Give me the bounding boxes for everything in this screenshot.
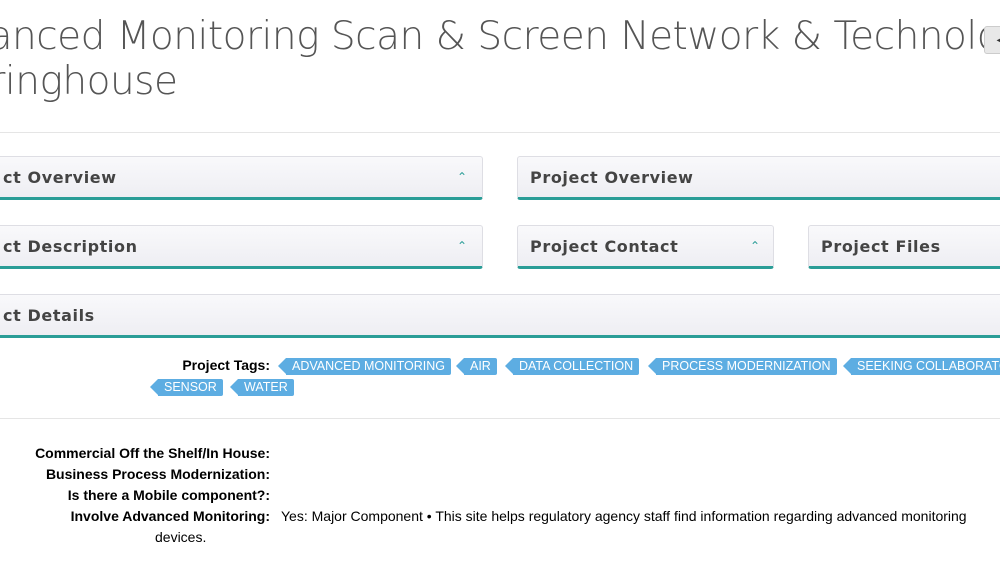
panel-title: Project Contact	[530, 237, 679, 256]
panel-project-details[interactable]: ct Details	[0, 294, 1000, 338]
panel-title: ct Description	[3, 237, 138, 256]
chevron-up-icon[interactable]: ⌃	[457, 240, 469, 252]
panel-title: Project Files	[821, 237, 941, 256]
tag-data-collection[interactable]: DATA COLLECTION	[504, 358, 640, 375]
tag-water[interactable]: WATER	[230, 379, 294, 396]
divider	[0, 132, 1000, 133]
panel-title: ct Details	[3, 306, 95, 325]
advanced-monitoring-value: Yes: Major Component • This site helps r…	[281, 508, 967, 524]
bpm-label: Business Process Modernization:	[45, 466, 270, 482]
tag-air[interactable]: AIR	[456, 358, 497, 375]
advanced-monitoring-value-cont: devices.	[155, 529, 207, 545]
advanced-monitoring-label: Involve Advanced Monitoring:	[70, 508, 270, 524]
panel-project-overview-left[interactable]: ct Overview ⌃	[0, 156, 483, 200]
panel-title: Project Overview	[530, 168, 694, 187]
page-title: vanced Monitoring Scan & Screen Network …	[0, 14, 1000, 104]
page-title-line-2: aringhouse	[0, 59, 178, 104]
caret-left-icon: ◂	[996, 32, 1000, 48]
divider	[0, 418, 1000, 419]
tag-seeking-collaborators[interactable]: SEEKING COLLABORATO	[843, 358, 1000, 375]
panel-project-files[interactable]: Project Files	[808, 225, 1000, 269]
chevron-up-icon[interactable]: ⌃	[457, 171, 469, 183]
tag-advanced-monitoring[interactable]: ADVANCED MONITORING	[277, 358, 452, 375]
tag-process-modernization[interactable]: PROCESS MODERNIZATION	[648, 358, 837, 375]
panel-project-description[interactable]: ct Description ⌃	[0, 225, 483, 269]
cots-label: Commercial Off the Shelf/In House:	[35, 445, 270, 461]
back-button[interactable]: ◂	[984, 26, 1000, 54]
project-tags-label: Project Tags:	[182, 357, 270, 373]
panel-project-overview-right[interactable]: Project Overview	[517, 156, 1000, 200]
mobile-component-label: Is there a Mobile component?:	[67, 487, 270, 503]
tag-sensor[interactable]: SENSOR	[150, 379, 223, 396]
page-title-line-1: vanced Monitoring Scan & Screen Network …	[0, 14, 1000, 59]
panel-project-contact[interactable]: Project Contact ⌃	[517, 225, 774, 269]
panel-title: ct Overview	[3, 168, 117, 187]
chevron-up-icon[interactable]: ⌃	[750, 240, 762, 252]
